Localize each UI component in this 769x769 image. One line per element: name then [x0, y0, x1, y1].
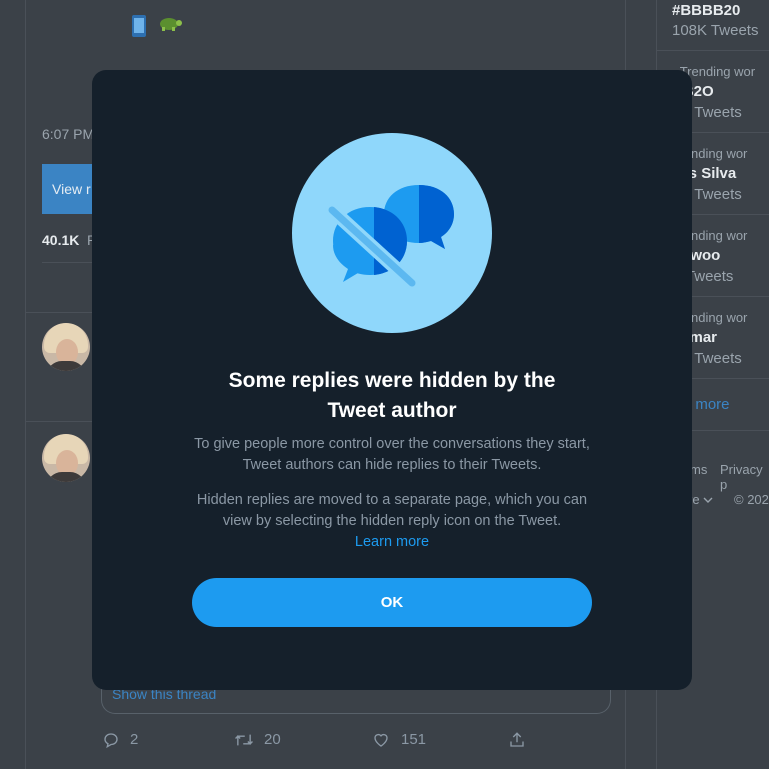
- avatar[interactable]: [42, 323, 90, 371]
- hidden-reply-illustration: [292, 133, 492, 333]
- retweet-action[interactable]: [234, 731, 254, 750]
- learn-more-link[interactable]: Learn more: [355, 534, 429, 550]
- hidden-replies-dialog: Some replies were hidden by the Tweet au…: [92, 70, 692, 690]
- dialog-title: Some replies were hidden by the Tweet au…: [228, 369, 556, 422]
- divider: [656, 50, 769, 51]
- like-count: 151: [401, 731, 427, 748]
- dialog-description: To give people more control over the con…: [194, 436, 590, 473]
- column-divider: [25, 0, 26, 769]
- dialog-description-hidden: Hidden replies are moved to a separate p…: [182, 490, 602, 553]
- chevron-down-icon: [703, 497, 713, 503]
- share-icon: [510, 732, 524, 747]
- reply-count: 2: [130, 731, 139, 748]
- ok-button[interactable]: OK: [192, 578, 592, 627]
- avatar[interactable]: [42, 434, 90, 482]
- phone-emoji-icon: [130, 14, 148, 44]
- footer-terms-link[interactable]: ms: [690, 462, 707, 477]
- reply-action[interactable]: [102, 731, 120, 750]
- footer-privacy-link[interactable]: Privacy p: [720, 462, 769, 492]
- turtle-emoji-icon: [157, 14, 183, 38]
- like-icon: [374, 733, 388, 747]
- tweet-stat: 40.1K: [42, 232, 80, 248]
- retweet-icon: [235, 734, 253, 746]
- reply-icon: [104, 733, 118, 749]
- trend-name[interactable]: #BBBB20: [672, 2, 740, 19]
- like-action[interactable]: [372, 731, 390, 750]
- share-action[interactable]: [508, 731, 526, 750]
- trend-count: 108K Tweets: [672, 22, 759, 39]
- hidden-reply-icon: [325, 185, 454, 290]
- footer-copyright: © 202: [734, 492, 769, 507]
- dialog-description-text: Hidden replies are moved to a separate p…: [196, 492, 588, 529]
- retweet-count: 20: [264, 731, 281, 748]
- tweet-time: 6:07 PM: [42, 126, 95, 142]
